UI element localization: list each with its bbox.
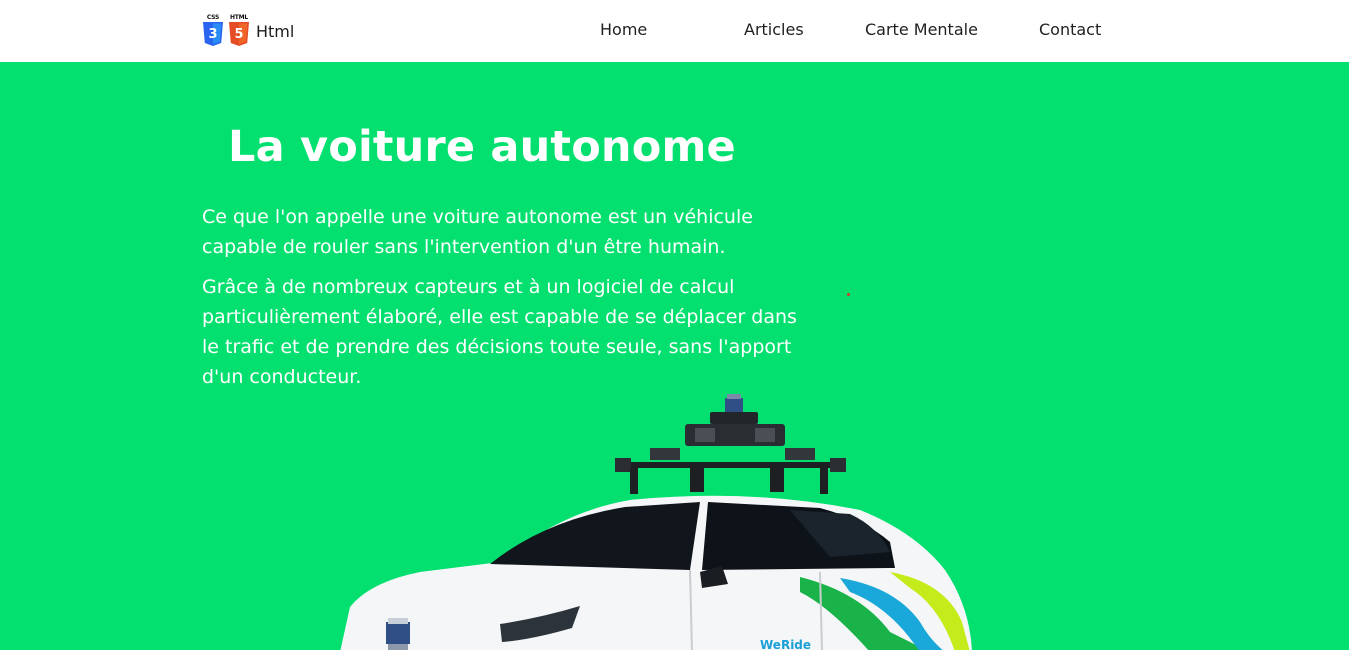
autonomous-car-image: WeRide [340, 394, 972, 650]
nav-menu: Home Articles Carte Mentale Contact [0, 0, 1349, 62]
nav-link-carte-mentale[interactable]: Carte Mentale [865, 19, 978, 41]
nav-link-home[interactable]: Home [600, 19, 647, 41]
car-logo-text: WeRide [760, 638, 811, 650]
nav-link-articles[interactable]: Articles [744, 19, 804, 41]
hero-paragraph-intro: Ce que l'on appelle une voiture autonome… [202, 206, 753, 258]
hero-section: La voiture autonome Ce que l'on appelle … [0, 62, 1349, 650]
nav-link-contact[interactable]: Contact [1039, 19, 1101, 41]
page-title: La voiture autonome [228, 122, 736, 172]
car-body: WeRide [340, 495, 972, 650]
cursor-dot [847, 293, 850, 296]
hero-paragraph-details: Grâce à de nombreux capteurs et à un log… [202, 276, 797, 388]
roof-sensor-rack [615, 394, 846, 494]
navbar: CSS 3 HTML 5 Html Home Articles Carte Me… [0, 0, 1349, 62]
